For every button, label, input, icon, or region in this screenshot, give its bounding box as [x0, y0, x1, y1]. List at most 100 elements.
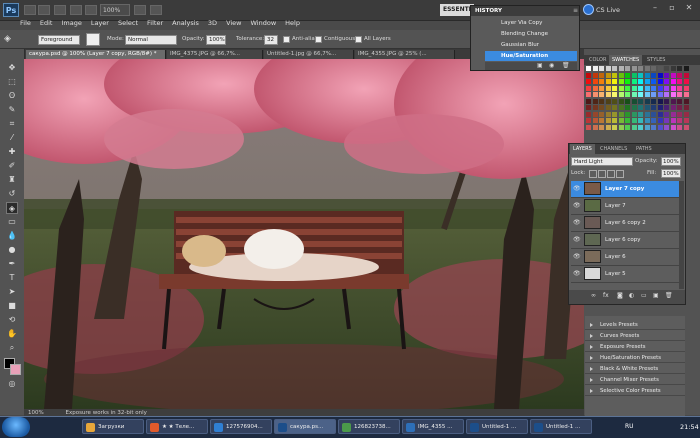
color-swatch[interactable] [677, 85, 682, 91]
color-swatch[interactable] [625, 118, 630, 123]
color-swatch[interactable] [651, 105, 656, 110]
color-swatch[interactable] [651, 66, 656, 71]
lock-all-icon[interactable] [616, 170, 624, 178]
expand-triangle-icon[interactable] [590, 345, 593, 349]
color-swatch[interactable] [664, 98, 669, 104]
lock-transparency-icon[interactable] [589, 170, 597, 178]
menu-analysis[interactable]: Analysis [172, 18, 199, 28]
color-swatch[interactable] [618, 79, 624, 84]
color-swatch[interactable] [599, 118, 604, 123]
color-swatch[interactable] [670, 111, 676, 117]
color-swatch[interactable] [631, 85, 637, 91]
hand-tool-button[interactable] [70, 5, 82, 15]
visibility-eye-icon[interactable]: 👁 [573, 219, 581, 226]
color-swatch[interactable] [631, 79, 637, 84]
eraser-tool-icon[interactable]: ▭ [6, 216, 18, 228]
shape-tool-icon[interactable]: ■ [6, 300, 18, 312]
tab-layers[interactable]: LAYERS [570, 144, 595, 154]
menu-select[interactable]: Select [118, 18, 138, 28]
close-icon[interactable]: ✕ [682, 2, 696, 14]
color-swatch[interactable] [631, 118, 637, 123]
color-swatch[interactable] [670, 66, 676, 71]
history-state[interactable]: Gaussian Blur [485, 40, 577, 50]
color-swatch[interactable] [670, 98, 676, 104]
color-swatch[interactable] [612, 105, 617, 110]
color-swatch[interactable] [638, 66, 643, 71]
color-swatch[interactable] [664, 85, 669, 91]
color-swatch[interactable] [631, 124, 637, 130]
color-swatch[interactable] [618, 118, 624, 123]
color-swatch[interactable] [618, 98, 624, 104]
menu-window[interactable]: Window [251, 18, 277, 28]
color-swatch[interactable] [618, 124, 624, 130]
color-swatch[interactable] [631, 98, 637, 104]
tab-swatches[interactable]: SWATCHES [609, 55, 643, 65]
clone-stamp-tool-icon[interactable]: ♜ [6, 174, 18, 186]
color-swatch[interactable] [612, 85, 617, 91]
expand-triangle-icon[interactable] [590, 367, 593, 371]
color-swatch[interactable] [586, 85, 591, 91]
color-swatch[interactable] [618, 66, 624, 71]
doc-tab-img4375[interactable]: IMG_4375.JPG @ 66,7%... [167, 50, 263, 59]
visibility-eye-icon[interactable]: 👁 [573, 253, 581, 260]
color-swatch[interactable] [612, 66, 617, 71]
color-swatch[interactable] [586, 111, 591, 117]
hand-tool-icon[interactable]: ✋ [6, 328, 18, 340]
zoom-tool-button[interactable] [85, 5, 97, 15]
mini-bridge-button[interactable] [38, 5, 50, 15]
color-swatch[interactable] [664, 105, 669, 110]
tab-color[interactable]: COLOR [586, 55, 609, 65]
eyedropper-tool-icon[interactable]: ⁄ [6, 132, 18, 144]
color-swatch[interactable] [599, 72, 604, 78]
system-clock[interactable]: 21:54 [680, 416, 699, 438]
adjustment-preset-item[interactable]: Levels Presets [585, 320, 685, 330]
color-swatch[interactable] [592, 79, 598, 84]
color-swatch[interactable] [612, 92, 617, 97]
color-swatch[interactable] [625, 79, 630, 84]
dodge-tool-icon[interactable]: ● [6, 244, 18, 256]
expand-triangle-icon[interactable] [590, 356, 593, 360]
color-swatch[interactable] [683, 79, 689, 84]
color-swatch[interactable] [638, 92, 643, 97]
color-swatch[interactable] [664, 111, 669, 117]
menu-file[interactable]: File [20, 18, 31, 28]
color-swatch[interactable] [592, 118, 598, 123]
color-swatch[interactable] [625, 124, 630, 130]
taskbar-window-button[interactable]: Untitled-1 ... [530, 419, 592, 434]
color-swatch[interactable] [677, 124, 682, 130]
menu-edit[interactable]: Edit [40, 18, 53, 28]
color-swatch[interactable] [631, 66, 637, 71]
color-swatch[interactable] [586, 66, 591, 71]
color-swatch[interactable] [612, 72, 617, 78]
color-swatch[interactable] [644, 111, 650, 117]
bridge-button[interactable] [24, 5, 36, 15]
language-indicator[interactable]: RU [625, 416, 634, 438]
all-layers-checkbox[interactable] [355, 36, 362, 43]
menu-layer[interactable]: Layer [91, 18, 109, 28]
taskbar-window-button[interactable]: IMG_4355 ... [402, 419, 464, 434]
layer-row[interactable]: 👁 Layer 6 [571, 249, 681, 266]
cs-live-label[interactable]: CS Live [596, 3, 620, 17]
visibility-eye-icon[interactable]: 👁 [573, 202, 581, 209]
color-swatch[interactable] [670, 92, 676, 97]
history-state[interactable]: Layer Via Copy [485, 18, 577, 28]
pattern-picker[interactable] [86, 33, 100, 46]
color-swatch[interactable] [599, 124, 604, 130]
adjustment-preset-item[interactable]: Exposure Presets [585, 342, 685, 352]
color-swatch[interactable] [651, 98, 656, 104]
color-swatch[interactable] [592, 72, 598, 78]
color-swatch[interactable] [651, 124, 656, 130]
view-extras-button[interactable] [54, 5, 66, 15]
color-swatch[interactable] [599, 66, 604, 71]
tolerance-input[interactable]: 32 [264, 35, 278, 45]
start-button[interactable] [2, 417, 30, 437]
doc-tab-sakura[interactable]: сакура.psd @ 100% (Layer 7 copy, RGB/8#)… [26, 50, 166, 59]
color-swatch[interactable] [605, 66, 611, 71]
color-swatch[interactable] [618, 72, 624, 78]
color-swatch[interactable] [651, 111, 656, 117]
color-swatch[interactable] [592, 98, 598, 104]
color-swatch[interactable] [638, 124, 643, 130]
quick-select-tool-icon[interactable]: ✎ [6, 104, 18, 116]
color-swatch[interactable] [612, 118, 617, 123]
link-layers-icon[interactable]: ∞ [591, 292, 596, 299]
